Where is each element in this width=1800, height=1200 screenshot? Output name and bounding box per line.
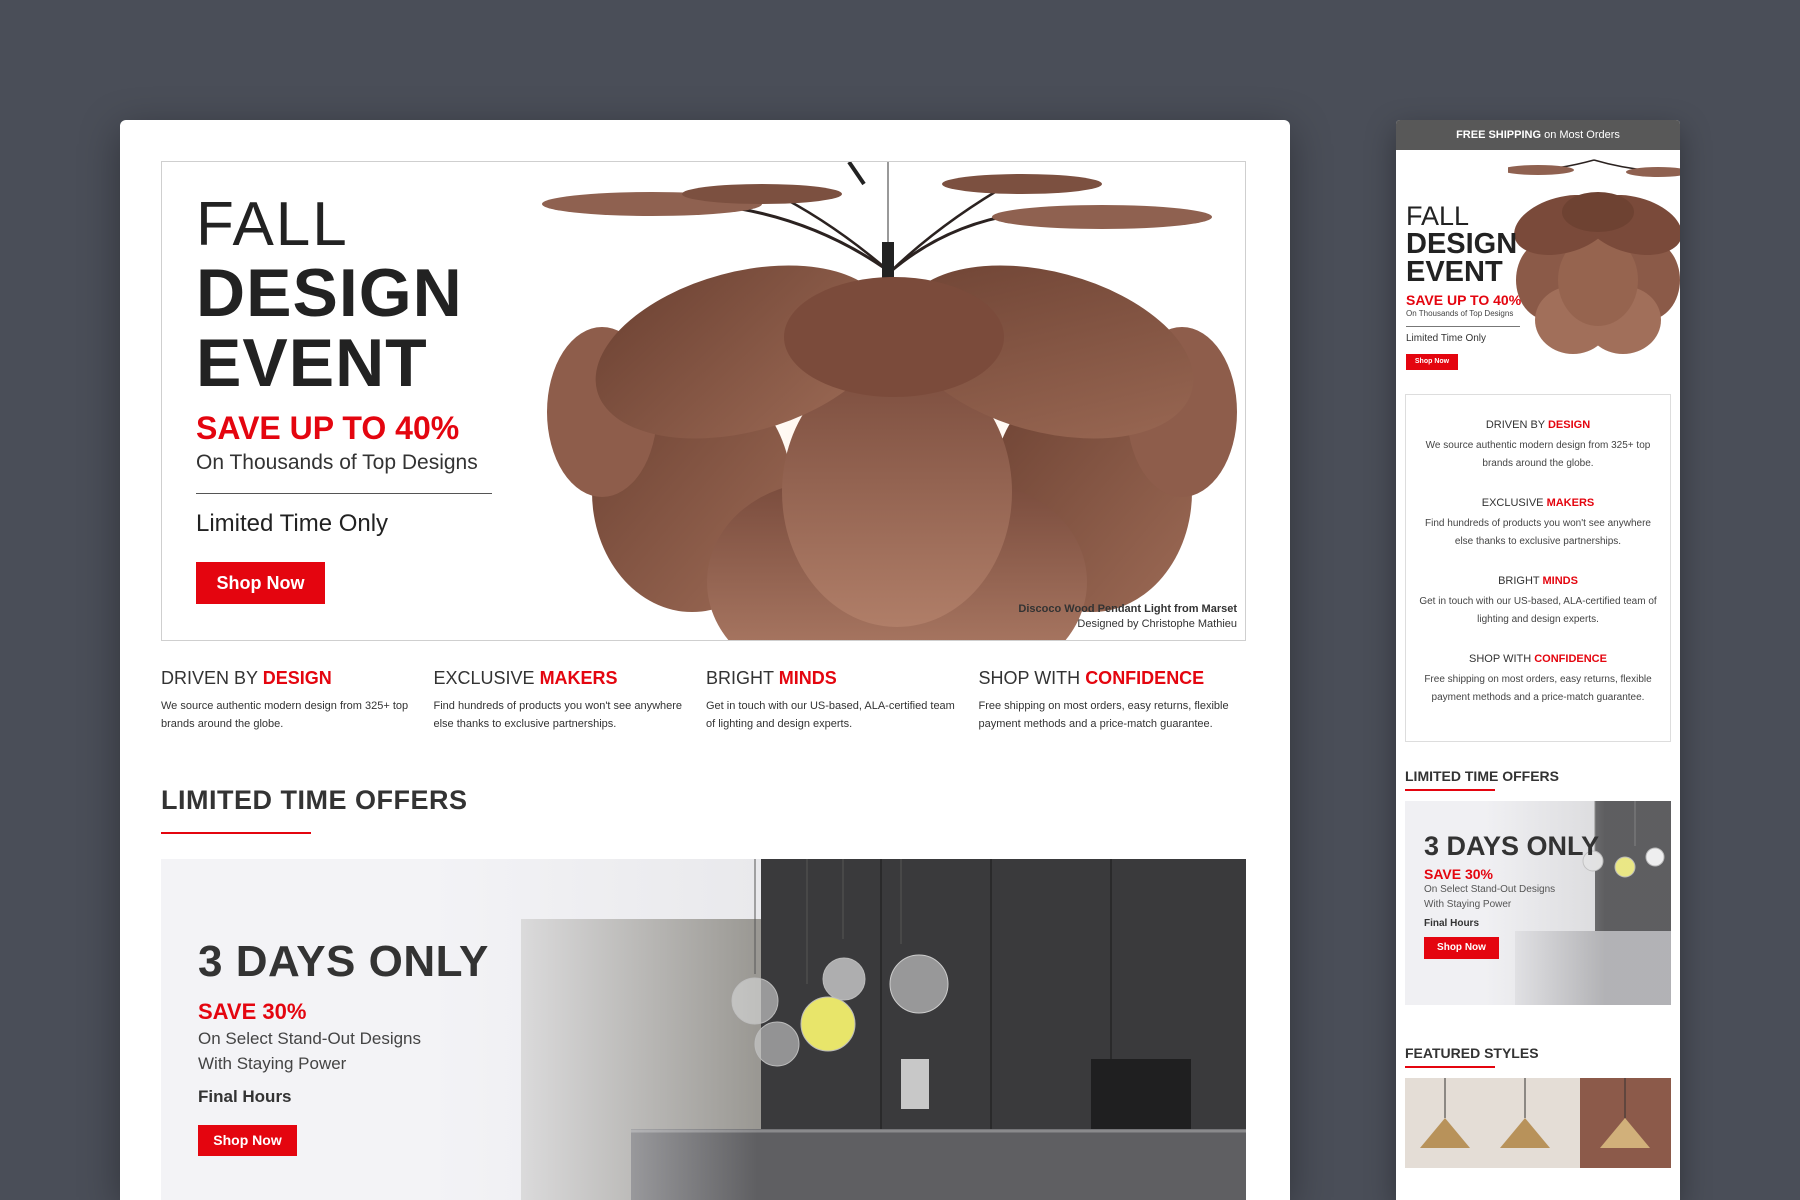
desktop-email-preview: FALL DESIGN EVENT SAVE UP TO 40% On Thou…	[120, 120, 1290, 1200]
mobile-promo-subtitle-line1: On Select Stand-Out Designs	[1424, 884, 1556, 895]
shipping-bar: FREE SHIPPING on Most Orders	[1396, 120, 1680, 150]
mobile-feature-description: Get in touch with our US-based, ALA-cert…	[1419, 596, 1657, 625]
feature-title-prefix: SHOP WITH	[978, 668, 1081, 688]
feature-title-prefix: BRIGHT	[1498, 575, 1540, 587]
mobile-feature-title: BRIGHT MINDS	[1416, 575, 1660, 587]
mobile-promo-subtitle-line2: With Staying Power	[1424, 899, 1512, 910]
mobile-limited-offers-heading: LIMITED TIME OFFERS	[1405, 768, 1559, 784]
mobile-feature-title: DRIVEN BY DESIGN	[1416, 419, 1660, 431]
promo-subtitle-line2: With Staying Power	[198, 1054, 347, 1073]
mobile-promo-banner[interactable]: 3 DAYS ONLY SAVE 30% On Select Stand-Out…	[1405, 801, 1671, 1005]
mobile-feature-design: DRIVEN BY DESIGN We source authentic mod…	[1416, 419, 1660, 473]
mobile-promo-title: 3 DAYS ONLY	[1424, 831, 1600, 861]
mobile-promo-shop-now-button[interactable]: Shop Now	[1424, 937, 1499, 959]
mobile-feature-description: We source authentic modern design from 3…	[1425, 440, 1651, 469]
feature-title-highlight: MAKERS	[539, 668, 618, 688]
hero-heading-line3: EVENT	[196, 325, 428, 401]
limited-offers-heading: LIMITED TIME OFFERS	[161, 785, 468, 815]
mobile-featured-underline	[1405, 1066, 1495, 1068]
feature-title-highlight: CONFIDENCE	[1085, 668, 1205, 688]
hero-shop-now-button[interactable]: Shop Now	[196, 562, 325, 604]
mobile-feature-description: Find hundreds of products you won't see …	[1425, 518, 1651, 547]
feature-title-prefix: SHOP WITH	[1469, 653, 1532, 665]
mobile-feature-minds: BRIGHT MINDS Get in touch with our US-ba…	[1416, 575, 1660, 629]
caption-designer: Designed by Christophe Mathieu	[1077, 618, 1237, 630]
feature-title-prefix: BRIGHT	[706, 668, 774, 688]
shipping-text: on Most Orders	[1541, 129, 1620, 141]
promo-final-hours: Final Hours	[198, 1087, 292, 1106]
featured-styles-image	[1405, 1078, 1671, 1168]
feature-title-prefix: DRIVEN BY	[1485, 419, 1545, 431]
hero-banner[interactable]: FALL DESIGN EVENT SAVE UP TO 40% On Thou…	[161, 161, 1246, 641]
mobile-hero-line2: DESIGN	[1406, 228, 1518, 260]
mobile-feature-description: Free shipping on most orders, easy retur…	[1424, 674, 1652, 703]
mobile-hero-line1: FALL	[1406, 201, 1470, 231]
feature-description: Find hundreds of products you won't see …	[433, 700, 683, 730]
feature-title-highlight: MINDS	[1542, 575, 1578, 587]
mobile-hero-line3: EVENT	[1406, 256, 1503, 288]
hero-heading-line1: FALL	[196, 190, 349, 259]
feature-title-prefix: DRIVEN BY	[161, 668, 258, 688]
promo-shop-now-button[interactable]: Shop Now	[198, 1125, 297, 1156]
feature-title: BRIGHT MINDS	[706, 668, 979, 689]
feature-title-prefix: EXCLUSIVE	[433, 668, 535, 688]
mobile-hero-limited: Limited Time Only	[1406, 333, 1487, 344]
mobile-promo-text: 3 DAYS ONLY SAVE 30% On Select Stand-Out…	[1424, 831, 1599, 959]
mobile-hero-banner[interactable]: FALL DESIGN EVENT SAVE UP TO 40% On Thou…	[1396, 150, 1680, 388]
mobile-hero-text: FALL DESIGN EVENT SAVE UP TO 40% On Thou…	[1406, 202, 1556, 370]
pendant-lamp-image	[542, 162, 1237, 640]
mobile-featured-styles-heading: FEATURED STYLES	[1405, 1045, 1539, 1061]
mobile-promo-save: SAVE 30%	[1424, 866, 1493, 882]
mobile-feature-makers: EXCLUSIVE MAKERS Find hundreds of produc…	[1416, 497, 1660, 551]
feature-title: DRIVEN BY DESIGN	[161, 668, 434, 689]
feature-title-highlight: MINDS	[778, 668, 837, 688]
shipping-bold: FREE SHIPPING	[1456, 129, 1542, 141]
feature-design: DRIVEN BY DESIGN We source authentic mod…	[161, 668, 434, 733]
mobile-hero-shop-now-button[interactable]: Shop Now	[1406, 354, 1458, 370]
promo-banner[interactable]: 3 DAYS ONLY SAVE 30% On Select Stand-Out…	[161, 859, 1246, 1200]
promo-title: 3 DAYS ONLY	[198, 937, 489, 986]
hero-image-caption: Discoco Wood Pendant Light from Marset D…	[1018, 602, 1237, 632]
feature-title-highlight: CONFIDENCE	[1534, 653, 1607, 665]
promo-save-text: SAVE 30%	[198, 999, 307, 1024]
hero-subtitle: On Thousands of Top Designs	[196, 451, 478, 474]
feature-title: SHOP WITH CONFIDENCE	[979, 668, 1252, 689]
hero-save-text: SAVE UP TO 40%	[196, 410, 460, 446]
mobile-hero-divider	[1406, 326, 1520, 327]
mobile-feature-box: DRIVEN BY DESIGN We source authentic mod…	[1405, 394, 1671, 742]
mobile-feature-title: EXCLUSIVE MAKERS	[1416, 497, 1660, 509]
mobile-feature-title: SHOP WITH CONFIDENCE	[1416, 653, 1660, 665]
feature-title-prefix: EXCLUSIVE	[1481, 497, 1544, 509]
hero-divider	[196, 493, 492, 494]
feature-description: Get in touch with our US-based, ALA-cert…	[706, 700, 955, 730]
promo-subtitle-line1: On Select Stand-Out Designs	[198, 1029, 422, 1048]
promo-text-block: 3 DAYS ONLY SAVE 30% On Select Stand-Out…	[198, 937, 489, 1156]
mobile-hero-save: SAVE UP TO 40%	[1406, 292, 1522, 308]
feature-title-highlight: MAKERS	[1546, 497, 1595, 509]
heading-underline	[161, 832, 311, 834]
hero-text-block: FALL DESIGN EVENT SAVE UP TO 40% On Thou…	[196, 192, 496, 604]
mobile-feature-confidence: SHOP WITH CONFIDENCE Free shipping on mo…	[1416, 653, 1660, 707]
feature-confidence: SHOP WITH CONFIDENCE Free shipping on mo…	[979, 668, 1252, 733]
hero-heading-line2: DESIGN	[196, 255, 463, 331]
mobile-hero-subtitle: On Thousands of Top Designs	[1406, 309, 1514, 318]
feature-title-highlight: DESIGN	[1547, 419, 1591, 431]
feature-description: Free shipping on most orders, easy retur…	[978, 700, 1229, 730]
feature-title-highlight: DESIGN	[262, 668, 332, 688]
feature-row: DRIVEN BY DESIGN We source authentic mod…	[161, 668, 1251, 733]
mobile-promo-final-hours: Final Hours	[1424, 918, 1480, 929]
feature-title: EXCLUSIVE MAKERS	[434, 668, 707, 689]
hero-limited-text: Limited Time Only	[196, 510, 389, 537]
feature-description: We source authentic modern design from 3…	[161, 700, 409, 730]
mobile-heading-underline	[1405, 789, 1495, 791]
caption-product: Discoco Wood Pendant Light from Marset	[1018, 603, 1237, 615]
feature-minds: BRIGHT MINDS Get in touch with our US-ba…	[706, 668, 979, 733]
mobile-email-preview: FREE SHIPPING on Most Orders FALL DESIGN…	[1396, 120, 1680, 1200]
feature-makers: EXCLUSIVE MAKERS Find hundreds of produc…	[434, 668, 707, 733]
